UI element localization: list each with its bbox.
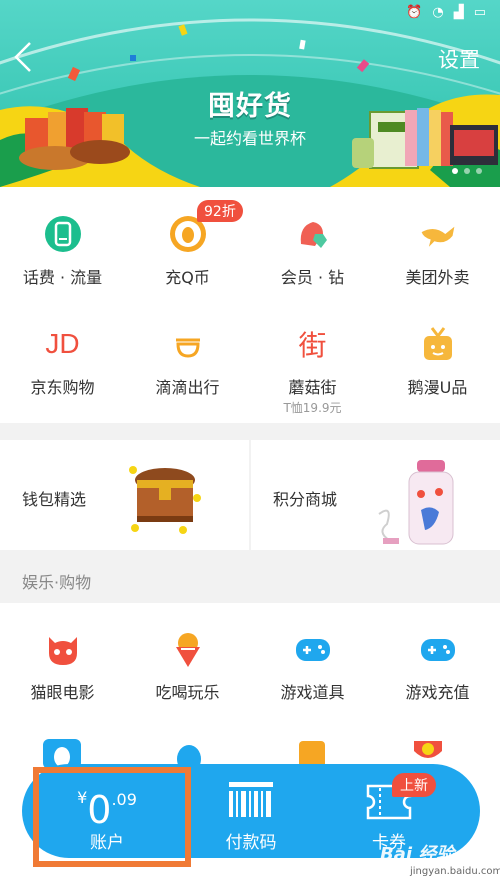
service-mogujie[interactable]: 街 蘑菇街 T恤19.9元 — [250, 324, 375, 416]
service-label: 话费 · 流量 — [22, 268, 103, 287]
service-label: 滴滴出行 — [155, 378, 220, 397]
phone-icon — [43, 214, 83, 254]
service-game-topup[interactable]: 游戏充值 — [375, 629, 500, 703]
service-jd[interactable]: JD 京东购物 — [0, 324, 125, 398]
promo-label: 积分商城 — [273, 490, 338, 509]
baidu-watermark: Bai 经验 — [380, 844, 455, 865]
balance-cents: .09 — [111, 790, 137, 809]
bottle-icon — [378, 460, 454, 545]
pagination-dot — [464, 168, 470, 174]
promo-wallet-picks[interactable]: 钱包精选 — [0, 440, 249, 550]
service-label: 鹅漫U品 — [407, 378, 468, 397]
back-button[interactable] — [8, 40, 38, 74]
account-balance: ¥0.09 — [32, 778, 182, 830]
barcode-icon — [229, 782, 273, 817]
promo-label: 钱包精选 — [22, 490, 87, 509]
signal-icon: ▟ — [453, 5, 464, 20]
account-button[interactable]: ¥0.09 账户 — [32, 764, 182, 858]
service-eman[interactable]: 鹅漫U品 — [375, 324, 500, 398]
service-label: 充Q币 — [165, 268, 210, 287]
kangaroo-icon — [418, 214, 458, 254]
service-didi[interactable]: 滴滴出行 — [125, 324, 250, 398]
service-label: 吃喝玩乐 — [155, 683, 220, 702]
service-label: 会员 · 钻 — [280, 268, 345, 287]
wifi-icon: ◔ — [432, 5, 444, 20]
service-phone-data[interactable]: 话费 · 流量 — [0, 214, 125, 288]
service-label: 游戏充值 — [405, 683, 470, 702]
pay-code-button[interactable]: 付款码 — [176, 764, 326, 858]
service-qcoin[interactable]: 92折 充Q币 — [125, 200, 250, 288]
service-meituan[interactable]: 美团外卖 — [375, 214, 500, 288]
ice-cream-icon — [168, 629, 208, 669]
didi-icon — [168, 324, 208, 364]
currency-symbol: ¥ — [77, 788, 88, 807]
new-badge: 上新 — [392, 773, 436, 797]
banner-subtitle: 一起约看世界杯 — [193, 129, 306, 148]
promo-points-mall[interactable]: 积分商城 — [251, 440, 500, 550]
service-food-fun[interactable]: 吃喝玩乐 — [125, 629, 250, 703]
service-vip[interactable]: 会员 · 钻 — [250, 214, 375, 288]
pay-code-label: 付款码 — [225, 833, 277, 853]
discount-badge: 92折 — [197, 200, 243, 222]
chevron-left-icon — [14, 42, 31, 72]
service-label: 蘑菇街 — [288, 378, 337, 397]
service-label: 猫眼电影 — [30, 683, 95, 702]
vip-diamond-icon — [293, 214, 333, 254]
service-label: 游戏道具 — [280, 683, 345, 702]
banner-caption: 囤好货 一起约看世界杯 — [183, 84, 317, 149]
service-game-items[interactable]: 游戏道具 — [250, 629, 375, 703]
banner-pagination — [452, 168, 482, 174]
jd-icon: JD — [43, 324, 83, 364]
banner-title: 囤好货 — [208, 91, 292, 122]
settings-button[interactable]: 设置 — [438, 44, 480, 74]
baidu-watermark-url: jingyan.baidu.com — [410, 866, 500, 877]
pagination-dot — [476, 168, 482, 174]
gamepad-icon — [293, 629, 333, 669]
battery-icon: ▭ — [473, 5, 486, 20]
gift-tv-icon — [418, 324, 458, 364]
cat-eye-icon — [43, 629, 83, 669]
service-label: 京东购物 — [30, 378, 95, 397]
service-maoyan[interactable]: 猫眼电影 — [0, 629, 125, 703]
service-label: 美团外卖 — [405, 268, 470, 287]
jd-logo-text: JD — [45, 328, 80, 359]
alarm-icon: ⏰ — [406, 5, 423, 20]
balance-integer: 0 — [87, 788, 112, 832]
service-grid: 话费 · 流量 92折 充Q币 会员 · 钻 美团外卖 JD 京东购物 滴滴出行… — [0, 187, 500, 423]
section-title: 娱乐·购物 — [22, 573, 92, 592]
account-label: 账户 — [90, 833, 124, 853]
promo-banner[interactable]: ⏰ ◔ ▟ ▭ 设置 囤好货 一起约看世界杯 — [0, 0, 500, 187]
gamepad-plus-icon — [418, 629, 458, 669]
pagination-dot — [452, 168, 458, 174]
service-sublabel: T恤19.9元 — [283, 401, 342, 415]
status-bar: ⏰ ◔ ▟ ▭ — [406, 5, 486, 20]
treasure-chest-icon — [129, 466, 201, 534]
mogujie-icon: 街 — [293, 324, 333, 364]
mogujie-logo-text: 街 — [298, 329, 327, 362]
